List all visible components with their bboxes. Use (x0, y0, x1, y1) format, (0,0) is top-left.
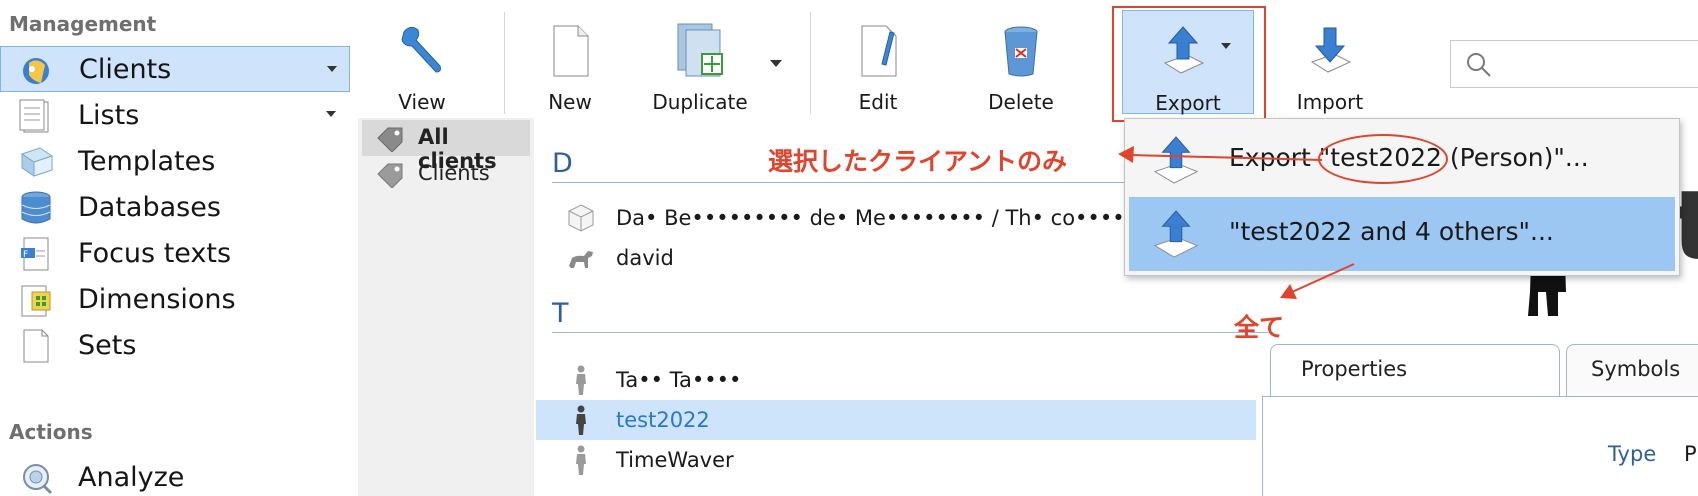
client-name: TimeWaver (616, 448, 734, 472)
trash-icon (1004, 26, 1038, 77)
focus-texts-icon: F (21, 237, 49, 271)
client-name: Ta•• Ta•••• (616, 368, 742, 392)
nav-label: Lists (78, 99, 140, 131)
duplicate-icon (677, 23, 723, 77)
export-icon (1153, 136, 1199, 184)
arrow-head-icon (1280, 284, 1297, 299)
analyze-icon (23, 464, 53, 495)
duplicate-button[interactable]: Duplicate (648, 10, 788, 114)
clients-icon (23, 58, 49, 84)
group-header-t: T (552, 298, 569, 329)
nav-label: Clients (79, 53, 172, 85)
tab-divider (1262, 396, 1698, 397)
nav-item-sets[interactable]: Sets (0, 322, 350, 368)
duplicate-label: Duplicate (652, 90, 748, 114)
nav-item-clients[interactable]: Clients (0, 46, 350, 92)
annotation-all: 全て (1234, 313, 1285, 342)
nav-label: Dimensions (78, 283, 236, 315)
view-button[interactable]: View (372, 10, 472, 114)
chevron-down-icon[interactable] (326, 111, 336, 117)
panel-border (1262, 396, 1263, 496)
nav-item-databases[interactable]: Databases (0, 184, 350, 230)
sets-icon (23, 329, 49, 363)
edit-button[interactable]: Edit (832, 10, 924, 114)
person-icon (576, 405, 586, 435)
ribbon-separator (810, 12, 811, 114)
actions-header: Actions (9, 420, 93, 444)
edit-icon (861, 25, 897, 77)
nav-item-lists[interactable]: Lists (0, 92, 350, 138)
templates-icon (20, 147, 54, 177)
nav-label: Focus texts (78, 237, 232, 269)
new-document-icon (553, 25, 589, 77)
person-icon (576, 365, 586, 395)
import-label: Import (1296, 90, 1364, 114)
dimensions-icon (21, 285, 51, 317)
filter-clients[interactable]: Clients (362, 156, 530, 192)
nav-item-dimensions[interactable]: Dimensions (0, 276, 350, 322)
annotation-oval (1318, 134, 1448, 184)
nav-label: Templates (78, 145, 216, 177)
client-row[interactable]: test2022 (536, 400, 1256, 440)
nav-label: Databases (78, 191, 221, 223)
annotation-box (1112, 6, 1266, 122)
client-row[interactable]: Ta•• Ta•••• (536, 360, 1256, 400)
chevron-down-icon[interactable] (770, 60, 782, 67)
new-button[interactable]: New (522, 10, 618, 114)
client-name: david (616, 246, 674, 270)
export-icon (1153, 210, 1199, 258)
chevron-down-icon[interactable] (327, 66, 337, 72)
management-header: Management (9, 12, 157, 36)
type-label: Type (1608, 442, 1657, 466)
tab-symbols[interactable]: Symbols (1566, 344, 1698, 396)
lists-icon (19, 99, 49, 133)
ribbon-separator (504, 12, 505, 114)
tab-label: Symbols (1591, 357, 1681, 381)
annotation-selected-only: 選択したクライアントのみ (768, 147, 1068, 176)
person-icon (576, 445, 586, 475)
delete-label: Delete (988, 90, 1054, 114)
tag-icon (377, 163, 403, 188)
nav-label: Sets (78, 329, 137, 361)
view-label: View (398, 90, 446, 114)
filter-label: Clients (418, 161, 490, 185)
menu-item-export-all[interactable]: "test2022 and 4 others"... (1129, 197, 1675, 271)
group-cube-icon (568, 204, 594, 232)
group-divider (552, 332, 1268, 333)
client-name: Da• Be••••••••• de• Me•••••••• / Th• co•… (616, 206, 1162, 230)
menu-item-label: "test2022 and 4 others"... (1229, 217, 1554, 246)
tag-icon (377, 127, 403, 152)
wrench-icon (401, 26, 441, 73)
delete-button[interactable]: Delete (966, 10, 1076, 114)
search-icon (1467, 53, 1491, 77)
nav-label: Analyze (78, 461, 185, 493)
navigation-pane: Management Clients Lists Templates Datab… (0, 0, 358, 496)
group-header-d: D (552, 148, 573, 179)
tab-label: Properties (1301, 357, 1408, 381)
filter-all-clients[interactable]: All clients (362, 120, 530, 173)
svg-text:F: F (23, 250, 28, 260)
dog-icon (569, 251, 593, 268)
databases-icon (21, 191, 51, 224)
client-row[interactable]: TimeWaver (536, 440, 1256, 480)
nav-item-focus-texts[interactable]: F Focus texts (0, 230, 350, 276)
nav-item-templates[interactable]: Templates (0, 138, 350, 184)
nav-item-analyze[interactable]: Analyze (0, 454, 350, 496)
type-value: P (1684, 442, 1697, 466)
import-button[interactable]: Import (1278, 10, 1382, 114)
new-label: New (548, 90, 592, 114)
client-name: test2022 (616, 408, 710, 432)
tab-properties[interactable]: Properties (1270, 344, 1560, 396)
search-input[interactable] (1450, 40, 1698, 88)
filter-pane: All clients Clients (358, 118, 534, 496)
import-icon (1310, 27, 1352, 73)
edit-label: Edit (858, 90, 898, 114)
